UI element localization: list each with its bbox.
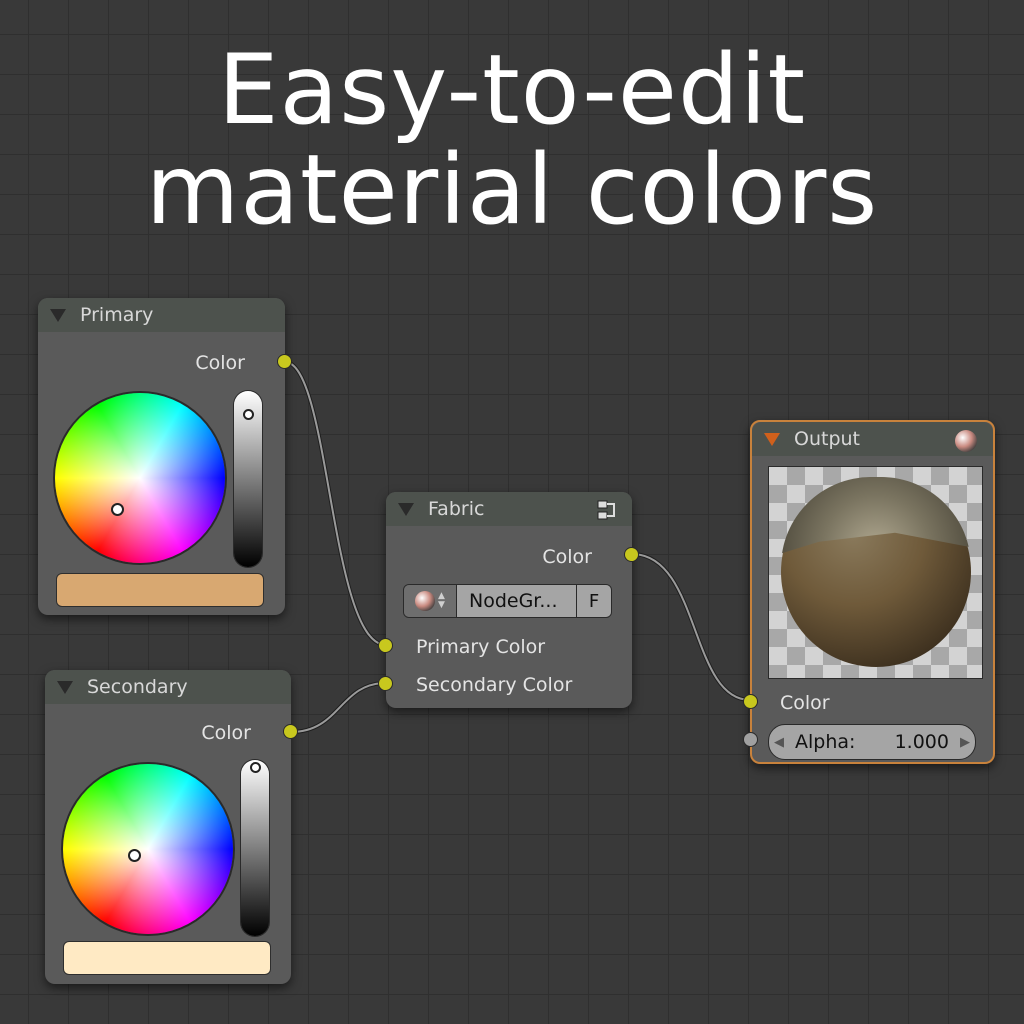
collapse-arrow-icon[interactable] [50,308,66,322]
secondary-node[interactable]: Secondary Color [45,670,298,984]
primary-node[interactable]: Primary Color [38,298,292,615]
node-group-browse-button[interactable]: ▲ ▼ [404,585,456,617]
collapse-arrow-icon[interactable] [57,680,73,694]
node-group-icon[interactable] [596,499,618,521]
decrement-arrow-icon[interactable]: ◀ [769,735,789,750]
primary-node-header[interactable]: Primary [38,298,285,332]
fabric-node[interactable]: Fabric Color ▲ ▼ NodeGr... F Primary Colo… [378,492,639,708]
fabric-color-output-label: Color [542,546,592,568]
secondary-wheel-cursor[interactable] [128,849,141,862]
material-sphere [781,477,971,667]
primary-wheel-cursor[interactable] [111,503,124,516]
fabric-node-header[interactable]: Fabric [386,492,632,526]
output-node[interactable]: Output Color ◀ Alpha: 1.000 ▶ [743,420,995,764]
output-color-input-socket[interactable] [743,694,758,709]
secondary-color-wheel[interactable] [63,764,233,934]
primary-color-output-label: Color [195,352,245,374]
node-group-name-field[interactable]: NodeGr... [456,585,576,617]
alpha-label: Alpha: [795,731,856,753]
secondary-value-knob[interactable] [250,762,261,773]
alpha-input-socket[interactable] [743,732,758,747]
output-node-header[interactable]: Output [752,422,993,456]
collapse-arrow-icon[interactable] [398,502,414,516]
material-preview-icon[interactable] [955,430,977,452]
primary-value-knob[interactable] [243,409,254,420]
secondary-color-output-label: Color [201,722,251,744]
secondary-color-swatch[interactable] [63,941,271,975]
secondary-node-title: Secondary [87,676,188,698]
link-secondary-to-fabric [290,681,387,734]
fabric-color-output-socket[interactable] [624,547,639,562]
link-primary-to-fabric [284,360,387,647]
output-node-title: Output [794,428,860,450]
material-preview [768,466,983,679]
node-group-selector[interactable]: ▲ ▼ NodeGr... F [403,584,612,618]
primary-color-swatch[interactable] [56,573,264,607]
secondary-node-header[interactable]: Secondary [45,670,291,704]
link-fabric-to-output [631,552,751,702]
secondary-color-output-socket[interactable] [283,724,298,739]
up-down-arrows-icon: ▲ ▼ [438,591,445,610]
alpha-value: 1.000 [894,731,949,753]
secondary-value-slider[interactable] [241,760,269,936]
secondary-color-input-socket[interactable] [378,676,393,691]
material-ball-icon [415,591,436,611]
output-color-input-label: Color [780,692,830,714]
alpha-field[interactable]: ◀ Alpha: 1.000 ▶ [768,724,976,760]
collapse-arrow-icon[interactable] [764,432,780,446]
primary-color-output-socket[interactable] [277,354,292,369]
headline-line-2: material colors [145,134,879,246]
primary-color-input-label: Primary Color [416,636,546,658]
headline-line-1: Easy-to-edit [217,34,807,146]
fake-user-button[interactable]: F [576,585,611,617]
primary-value-slider[interactable] [234,391,262,567]
primary-color-input-socket[interactable] [378,638,393,653]
primary-color-wheel[interactable] [55,393,225,563]
increment-arrow-icon[interactable]: ▶ [955,735,975,750]
secondary-color-input-label: Secondary Color [416,674,573,696]
fabric-node-title: Fabric [428,498,485,520]
primary-node-title: Primary [80,304,154,326]
